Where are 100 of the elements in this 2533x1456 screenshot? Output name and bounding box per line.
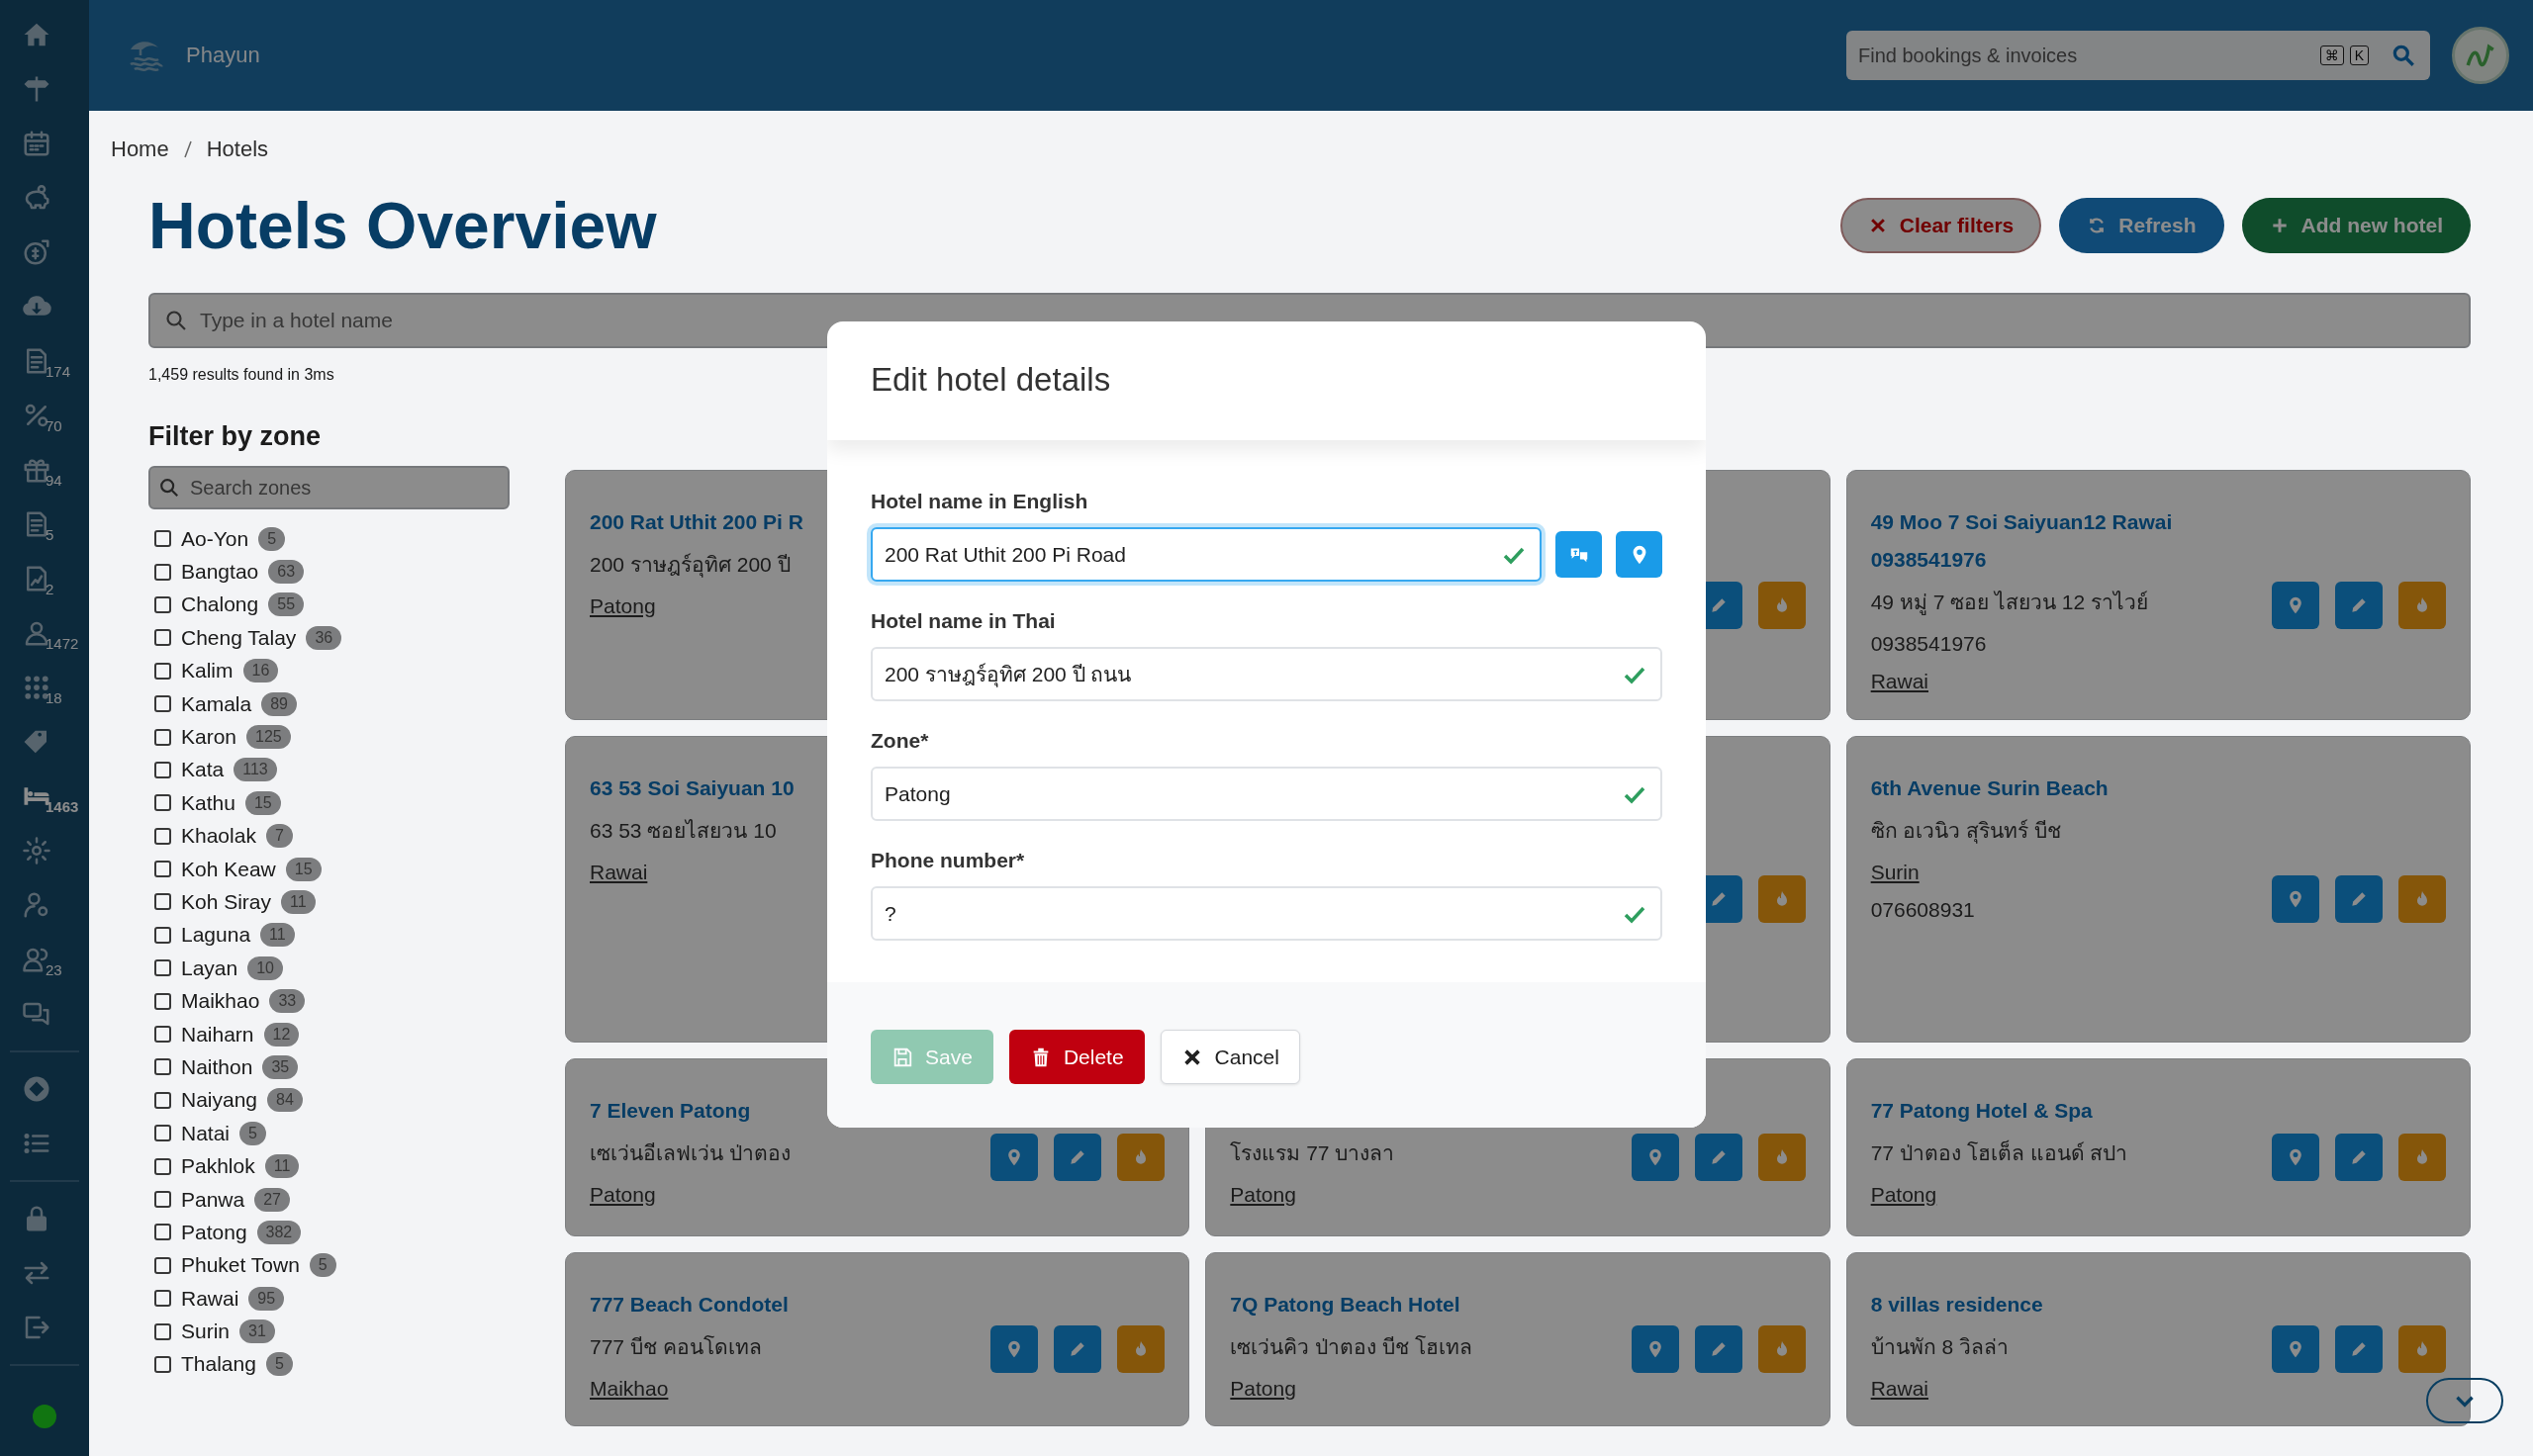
zone-checkbox[interactable] bbox=[154, 530, 171, 548]
scroll-down-button[interactable] bbox=[2426, 1378, 2503, 1423]
hotel-name[interactable]: 63 53 Soi Saiyuan 10 bbox=[590, 776, 795, 800]
sidebar-item[interactable]: 5 bbox=[10, 505, 79, 543]
field-label: Phone number* bbox=[871, 849, 1026, 872]
flame-button[interactable] bbox=[1117, 1134, 1166, 1181]
zone-checkbox[interactable] bbox=[154, 1157, 171, 1175]
zone-link[interactable]: Patong bbox=[1230, 1183, 1296, 1206]
zone-checkbox[interactable] bbox=[154, 794, 171, 812]
zone-checkbox[interactable] bbox=[154, 1322, 171, 1340]
flame-button[interactable] bbox=[2398, 581, 2446, 629]
count-label: 2 bbox=[46, 582, 54, 597]
zone-checkbox[interactable] bbox=[154, 1290, 171, 1308]
flame-button[interactable] bbox=[2398, 1325, 2446, 1373]
zone-checkbox[interactable] bbox=[154, 761, 171, 778]
zone-checkbox[interactable] bbox=[154, 959, 171, 977]
zone-checkbox[interactable] bbox=[154, 629, 171, 647]
zone-checkbox[interactable] bbox=[154, 926, 171, 944]
hotel-name[interactable]: 77 Patong Hotel & Spa bbox=[1870, 1099, 2093, 1123]
zone-link[interactable]: Rawai bbox=[590, 861, 648, 883]
hotel-name[interactable]: 7 Eleven Patong bbox=[590, 1099, 751, 1123]
refresh-button[interactable]: Refresh bbox=[2059, 198, 2224, 253]
sidebar-item[interactable]: 1463 bbox=[10, 777, 79, 815]
zone-search-field[interactable]: Search zones bbox=[148, 466, 510, 509]
text-field[interactable]: Patong bbox=[871, 767, 1662, 821]
hotel-name[interactable]: 6th Avenue Surin Beach bbox=[1870, 776, 2109, 800]
zone-checkbox[interactable] bbox=[154, 893, 171, 911]
avatar[interactable] bbox=[2452, 27, 2509, 84]
sidebar-item[interactable]: 23 bbox=[10, 941, 79, 978]
zone-checkbox[interactable] bbox=[154, 827, 171, 845]
results-count: 1,459 results found in 3ms bbox=[148, 366, 334, 384]
flame-button[interactable] bbox=[1757, 581, 1806, 629]
breadcrumb-link[interactable]: Home bbox=[111, 136, 169, 162]
zone-link[interactable]: Maikhao bbox=[590, 1377, 669, 1400]
zone-link[interactable]: Patong bbox=[590, 594, 656, 617]
count-badge: 84 bbox=[267, 1088, 303, 1113]
hotel-name[interactable]: 8 villas residence bbox=[1870, 1293, 2043, 1317]
hotel-name[interactable]: 49 Moo 7 Soi Saiyuan12 Rawai bbox=[1870, 510, 2173, 534]
map-button[interactable] bbox=[1631, 1325, 1679, 1373]
zone-checkbox[interactable] bbox=[154, 992, 171, 1010]
zone-checkbox[interactable] bbox=[154, 1026, 171, 1044]
zone-label: Naiyang bbox=[181, 1088, 258, 1113]
zone-checkbox[interactable] bbox=[154, 1091, 171, 1109]
pencil-icon bbox=[2349, 889, 2369, 909]
add-button[interactable]: Add new hotel bbox=[2241, 198, 2471, 253]
zone-link[interactable]: Rawai bbox=[1870, 670, 1928, 692]
zone-checkbox[interactable] bbox=[154, 695, 171, 713]
map-button[interactable] bbox=[990, 1325, 1039, 1373]
sidebar-item[interactable]: 174 bbox=[10, 342, 79, 380]
zone-checkbox[interactable] bbox=[154, 728, 171, 746]
hotel-name[interactable]: 200 Rat Uthit 200 Pi R bbox=[590, 510, 803, 534]
zone-checkbox[interactable] bbox=[154, 1125, 171, 1142]
count-label: 18 bbox=[46, 690, 62, 706]
zone-checkbox[interactable] bbox=[154, 1355, 171, 1373]
map-button[interactable] bbox=[2272, 1134, 2319, 1181]
zone-checkbox[interactable] bbox=[154, 1224, 171, 1241]
text-field[interactable]: 200 Rat Uthit 200 Pi Road bbox=[871, 527, 1542, 582]
map-button[interactable] bbox=[990, 1134, 1039, 1181]
flame-button[interactable] bbox=[1757, 1134, 1806, 1181]
text-field[interactable]: 200 ราษฎร์อุทิศ 200 ปี ถนน bbox=[871, 647, 1662, 701]
sidebar-item[interactable]: 2 bbox=[10, 560, 79, 597]
cancel-button[interactable]: Cancel bbox=[1160, 1030, 1300, 1084]
hotel-name[interactable]: 7Q Patong Beach Hotel bbox=[1230, 1293, 1460, 1317]
zone-checkbox[interactable] bbox=[154, 1058, 171, 1076]
count-label: 23 bbox=[46, 962, 62, 978]
map-button[interactable] bbox=[1616, 531, 1662, 578]
flame-button[interactable] bbox=[1757, 1325, 1806, 1373]
flame-button[interactable] bbox=[2398, 1134, 2446, 1181]
zone-checkbox[interactable] bbox=[154, 1191, 171, 1208]
zone-label: Rawai bbox=[181, 1286, 239, 1311]
map-button[interactable] bbox=[1631, 1134, 1679, 1181]
map-button[interactable] bbox=[2272, 875, 2319, 923]
sidebar-item[interactable]: 1472 bbox=[10, 614, 79, 652]
sidebar-item[interactable]: 70 bbox=[10, 397, 79, 434]
zone-label: Koh Keaw bbox=[181, 857, 276, 881]
zone-link[interactable]: Rawai bbox=[1870, 1377, 1928, 1400]
flame-button[interactable] bbox=[2398, 875, 2446, 923]
hotel-name[interactable]: 777 Beach Condotel bbox=[590, 1293, 789, 1317]
zone-link[interactable]: Patong bbox=[1230, 1377, 1296, 1400]
map-button[interactable] bbox=[2272, 581, 2319, 629]
zone-checkbox[interactable] bbox=[154, 563, 171, 581]
zone-checkbox[interactable] bbox=[154, 662, 171, 680]
map-button[interactable] bbox=[2272, 1325, 2319, 1373]
zone-link[interactable]: Patong bbox=[1870, 1183, 1937, 1206]
zone-checkbox[interactable] bbox=[154, 1256, 171, 1274]
sidebar-item[interactable]: 94 bbox=[10, 451, 79, 489]
flame-button[interactable] bbox=[1117, 1325, 1166, 1373]
sidebar-item[interactable]: 18 bbox=[10, 669, 79, 706]
hotel-detail: 63 53 ซอยไสยวน 10 bbox=[590, 818, 777, 844]
page-title: Hotels Overview bbox=[148, 188, 657, 263]
delete-button[interactable]: Delete bbox=[1008, 1030, 1145, 1084]
clear-button[interactable]: Clear filters bbox=[1839, 198, 2042, 253]
translate-button[interactable] bbox=[1555, 531, 1602, 578]
text-field[interactable]: ? bbox=[871, 886, 1662, 941]
zone-checkbox[interactable] bbox=[154, 861, 171, 878]
zone-link[interactable]: Surin bbox=[1870, 861, 1920, 883]
zone-checkbox[interactable] bbox=[154, 595, 171, 613]
flame-button[interactable] bbox=[1757, 875, 1806, 923]
count-badge: 55 bbox=[268, 592, 305, 617]
zone-link[interactable]: Patong bbox=[590, 1183, 656, 1206]
